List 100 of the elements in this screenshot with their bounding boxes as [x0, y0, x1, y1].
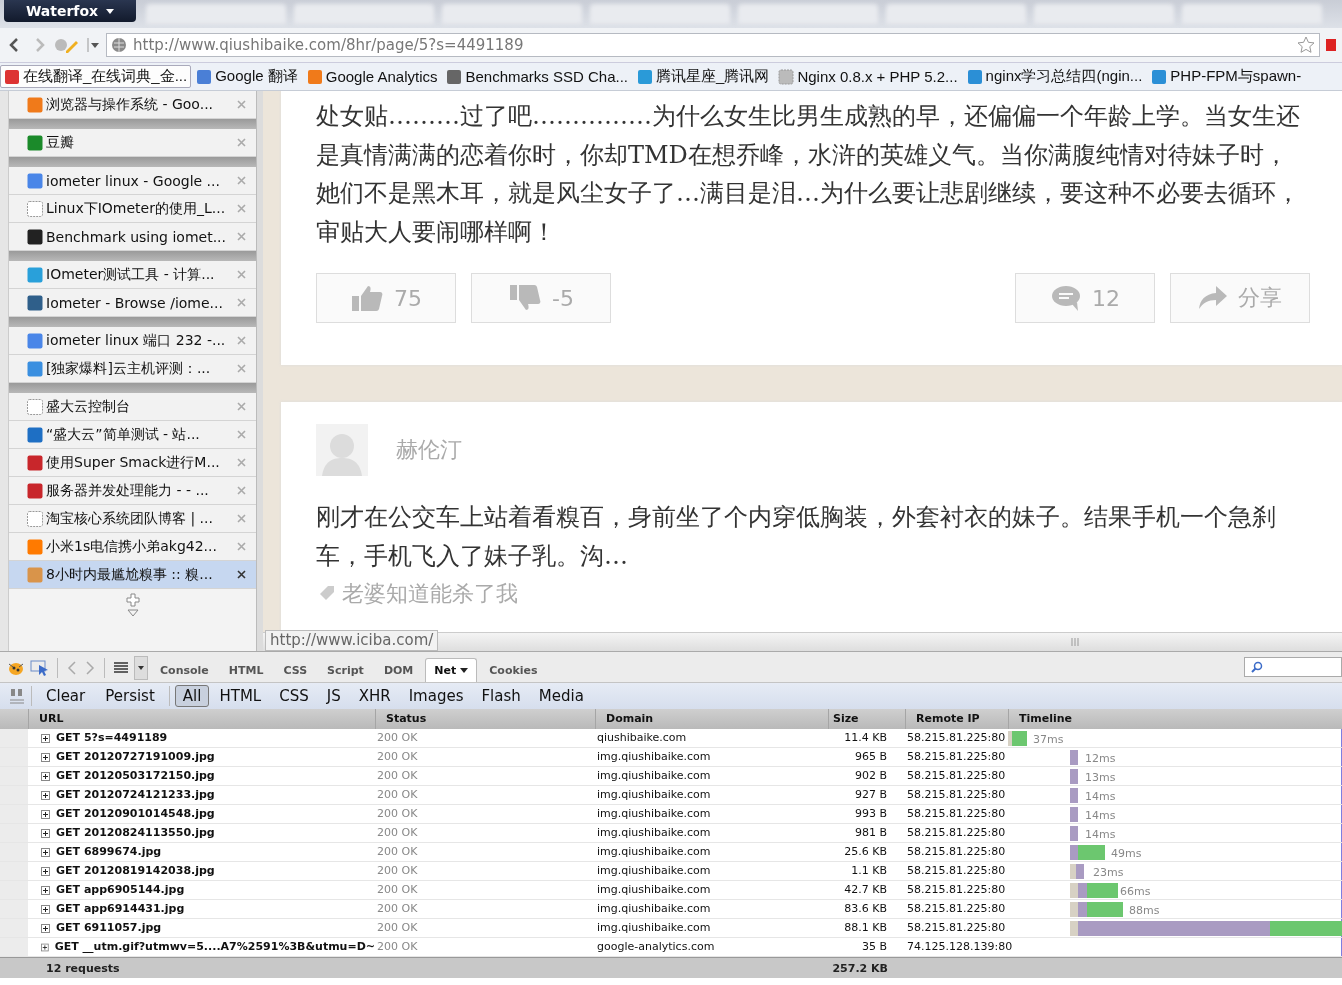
panel-tab[interactable]: Net: [425, 658, 478, 682]
close-icon[interactable]: [237, 570, 246, 579]
expand-icon[interactable]: [41, 809, 50, 819]
panel-tab[interactable]: Cookies: [481, 658, 546, 682]
request-url[interactable]: GET app6905144.jpg: [56, 881, 185, 899]
favicon-icon: [27, 266, 43, 283]
blurred-tab[interactable]: [886, 4, 1026, 24]
column-header[interactable]: Status: [375, 709, 595, 729]
request-url[interactable]: GET 20120819142038.jpg: [56, 862, 215, 880]
bookmark-item[interactable]: nginx学习总结四(ngin...: [962, 65, 1147, 88]
star-icon[interactable]: [1297, 36, 1315, 54]
flag-icon[interactable]: [1326, 37, 1336, 53]
blurred-tab[interactable]: [1182, 4, 1322, 24]
app-menu-button[interactable]: Waterfox: [4, 0, 136, 22]
bookmark-item[interactable]: Nginx 0.8.x + PHP 5.2...: [774, 65, 962, 88]
bookmark-item[interactable]: PHP-FPM与spawn-: [1147, 65, 1306, 88]
toolbar-button[interactable]: Clear: [37, 685, 95, 707]
request-row[interactable]: GET 20120503172150.jpg 200 OK img.qiushibaike.com 902 B 58.215.81.225:80 13ms: [0, 767, 1342, 786]
panel-tab[interactable]: DOM: [375, 658, 422, 682]
inspect-icon[interactable]: [30, 659, 50, 677]
bookmark-item[interactable]: Google 翻译: [192, 65, 302, 88]
toolbar-button[interactable]: Persist: [96, 685, 164, 707]
expand-icon[interactable]: [41, 866, 50, 876]
panel-tab[interactable]: Console: [152, 658, 217, 682]
dropdown-icon[interactable]: [86, 36, 100, 54]
filter-button[interactable]: XHR: [350, 685, 399, 707]
blurred-tab[interactable]: [1034, 4, 1174, 24]
request-url[interactable]: GET 20120727191009.jpg: [56, 748, 215, 766]
request-row[interactable]: GET app6914431.jpg 200 OK img.qiushibaike.com 83.6 KB 58.215.81.225:80 88ms: [0, 900, 1342, 919]
request-row[interactable]: GET 20120824113550.jpg 200 OK img.qiushibaike.com 981 B 58.215.81.225:80 14ms: [0, 824, 1342, 843]
filter-button[interactable]: Media: [530, 685, 592, 707]
blurred-tab[interactable]: [590, 4, 730, 24]
request-url[interactable]: GET 6899674.jpg: [56, 843, 162, 861]
expand-icon[interactable]: [41, 923, 50, 933]
request-row[interactable]: GET 20120901014548.jpg 200 OK img.qiushibaike.com 993 B 58.215.81.225:80 14ms: [0, 805, 1342, 824]
xhr-icon[interactable]: [8, 687, 26, 705]
column-header[interactable]: Timeline: [1008, 709, 1342, 729]
search-icon: [1251, 661, 1263, 673]
request-row[interactable]: GET 20120727191009.jpg 200 OK img.qiushibaike.com 965 B 58.215.81.225:80 12ms: [0, 748, 1342, 767]
panel-tab[interactable]: CSS: [275, 658, 316, 682]
panel-tab[interactable]: Script: [319, 658, 372, 682]
expand-icon[interactable]: [41, 771, 50, 781]
timing-label: 37ms: [1033, 732, 1064, 748]
blurred-tab[interactable]: [294, 4, 434, 24]
expand-icon[interactable]: [41, 847, 50, 857]
filter-button[interactable]: Images: [400, 685, 472, 707]
filter-button[interactable]: HTML: [211, 685, 270, 707]
request-url[interactable]: GET 5?s=4491189: [56, 729, 168, 747]
blurred-tab[interactable]: [738, 4, 878, 24]
address-field[interactable]: http://www.qiushibaike.com/8hr/page/5?s=4491189: [106, 33, 1320, 57]
bookmark-item[interactable]: Google Analytics: [302, 65, 442, 88]
filter-button[interactable]: All: [174, 685, 210, 707]
filter-button[interactable]: JS: [318, 685, 349, 707]
expand-icon[interactable]: [41, 942, 49, 952]
splitter[interactable]: [256, 91, 263, 651]
filter-button[interactable]: CSS: [271, 685, 317, 707]
request-url[interactable]: GET __utm.gif?utmwv=5....A7%2591%3B&utmu=D~: [54, 938, 375, 956]
forward-icon[interactable]: [83, 659, 97, 677]
tab-list-item[interactable]: 8小时内最尴尬糗事 :: 糗...: [9, 561, 256, 589]
favicon-icon: [27, 360, 43, 377]
dropdown-button[interactable]: [134, 656, 148, 680]
request-row[interactable]: GET 6911057.jpg 200 OK img.qiushibaike.com 88.1 KB 58.215.81.225:80: [0, 919, 1342, 938]
request-row[interactable]: GET 6899674.jpg 200 OK img.qiushibaike.com 25.6 KB 58.215.81.225:80 49ms: [0, 843, 1342, 862]
column-header[interactable]: URL: [28, 709, 375, 729]
expand-icon[interactable]: [41, 904, 50, 914]
expand-icon[interactable]: [41, 790, 50, 800]
timing-label: 12ms: [1085, 751, 1116, 767]
request-url[interactable]: GET 20120901014548.jpg: [56, 805, 215, 823]
request-row[interactable]: GET app6905144.jpg 200 OK img.qiushibaike.com 42.7 KB 58.215.81.225:80 66ms: [0, 881, 1342, 900]
bookmark-item[interactable]: 在线翻译_在线词典_金...: [0, 65, 192, 88]
expand-icon[interactable]: [41, 828, 50, 838]
request-row[interactable]: GET 5?s=4491189 200 OK qiushibaike.com 11.4 KB 58.215.81.225:80 37ms: [0, 729, 1342, 748]
blurred-tab[interactable]: [146, 4, 286, 24]
request-url[interactable]: GET 6911057.jpg: [56, 919, 162, 937]
scrollbar[interactable]: [0, 91, 9, 651]
request-url[interactable]: GET 20120824113550.jpg: [56, 824, 215, 842]
ip-text: 58.215.81.225:80: [907, 882, 1006, 898]
favicon-icon: [1151, 68, 1168, 85]
column-header[interactable]: Size: [828, 709, 905, 729]
favicon-icon: [196, 68, 213, 85]
request-url[interactable]: GET app6914431.jpg: [56, 900, 185, 918]
favicon-icon: [27, 172, 43, 189]
request-row[interactable]: GET 20120819142038.jpg 200 OK img.qiushibaike.com 1.1 KB 58.215.81.225:80 23ms: [0, 862, 1342, 881]
bookmark-item[interactable]: 腾讯星座_腾讯网: [633, 65, 774, 88]
expand-icon[interactable]: [41, 885, 50, 895]
add-icon[interactable]: [125, 593, 140, 607]
request-row[interactable]: GET 20120724121233.jpg 200 OK img.qiushibaike.com 927 B 58.215.81.225:80 14ms: [0, 786, 1342, 805]
request-url[interactable]: GET 20120503172150.jpg: [56, 767, 215, 785]
bookmark-item[interactable]: Benchmarks SSD Cha...: [442, 65, 633, 88]
pencil-icon[interactable]: [54, 36, 80, 54]
panel-tab[interactable]: HTML: [220, 658, 272, 682]
request-url[interactable]: GET 20120724121233.jpg: [56, 786, 215, 804]
search-field[interactable]: [1244, 657, 1342, 677]
blurred-tab[interactable]: [442, 4, 582, 24]
expand-icon[interactable]: [41, 733, 50, 743]
favicon-icon: [306, 68, 323, 85]
column-header[interactable]: Domain: [595, 709, 828, 729]
expand-icon[interactable]: [41, 752, 50, 762]
column-header[interactable]: Remote IP: [905, 709, 1008, 729]
filter-button[interactable]: Flash: [473, 685, 529, 707]
